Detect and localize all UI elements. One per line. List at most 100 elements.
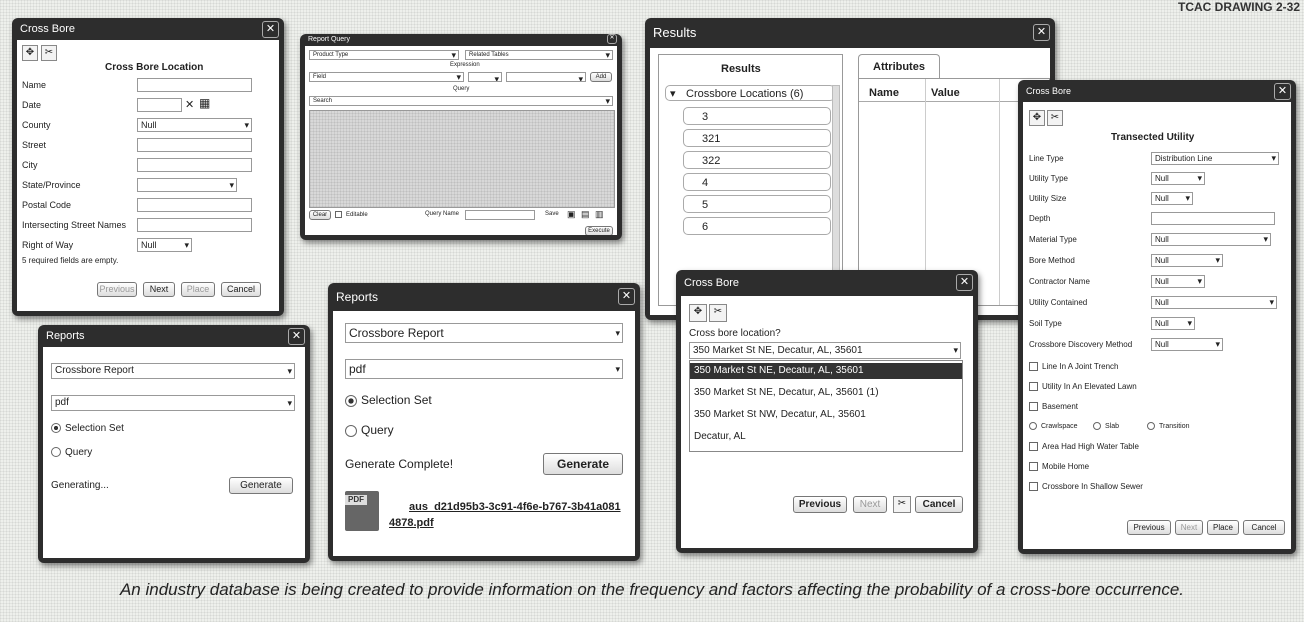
- result-item[interactable]: 322: [683, 151, 831, 169]
- previous-button[interactable]: Previous: [97, 282, 137, 297]
- material-type-select[interactable]: Null: [1151, 233, 1271, 246]
- close-icon[interactable]: ✕: [1274, 83, 1291, 100]
- result-item[interactable]: 6: [683, 217, 831, 235]
- clear-icon[interactable]: ✕: [185, 98, 194, 111]
- transition-radio[interactable]: Transition: [1147, 422, 1189, 430]
- close-icon[interactable]: ✕: [1033, 24, 1050, 41]
- result-item[interactable]: 5: [683, 195, 831, 213]
- shallow-sewer-checkbox[interactable]: Crossbore In Shallow Sewer: [1029, 482, 1143, 492]
- depth-input[interactable]: [1151, 212, 1275, 225]
- report-select[interactable]: Crossbore Report: [345, 323, 623, 343]
- bore-method-select[interactable]: Null: [1151, 254, 1223, 267]
- window-title: Cross Bore: [20, 23, 76, 35]
- format-select[interactable]: pdf: [51, 395, 295, 411]
- close-icon[interactable]: ✕: [618, 288, 635, 305]
- query-name-input[interactable]: [465, 210, 535, 220]
- tools-icon[interactable]: ✂: [709, 304, 727, 322]
- elevated-lawn-checkbox[interactable]: Utility In An Elevated Lawn: [1029, 382, 1137, 392]
- close-icon[interactable]: ✕: [607, 34, 617, 44]
- generate-button[interactable]: Generate: [543, 453, 623, 475]
- dropdown-option[interactable]: 350 Market St NE, Decatur, AL, 35601: [690, 363, 962, 379]
- calendar-icon[interactable]: ▦: [199, 96, 210, 110]
- soil-type-select[interactable]: Null: [1151, 317, 1195, 330]
- basement-checkbox[interactable]: Basement: [1029, 402, 1078, 412]
- editable-checkbox[interactable]: Editable: [335, 211, 368, 218]
- results-group[interactable]: ▾ Crossbore Locations (6): [665, 85, 835, 101]
- utility-size-select[interactable]: Null: [1151, 192, 1193, 205]
- tools-icon[interactable]: ✂: [1047, 110, 1063, 126]
- date-input[interactable]: [137, 98, 182, 112]
- county-select[interactable]: Null: [137, 118, 252, 132]
- move-icon[interactable]: ✥: [689, 304, 707, 322]
- tools-icon[interactable]: ✂: [41, 45, 57, 61]
- field-label: City: [22, 160, 38, 170]
- slab-radio[interactable]: Slab: [1093, 422, 1119, 430]
- street-input[interactable]: [137, 138, 252, 152]
- result-item[interactable]: 4: [683, 173, 831, 191]
- close-icon[interactable]: ✕: [262, 21, 279, 38]
- report-select[interactable]: Crossbore Report: [51, 363, 295, 379]
- result-item[interactable]: 321: [683, 129, 831, 147]
- utility-contained-select[interactable]: Null: [1151, 296, 1277, 309]
- product-type-select[interactable]: Product Type: [309, 50, 459, 60]
- related-tables-select[interactable]: Related Tables: [465, 50, 613, 60]
- cancel-button[interactable]: Cancel: [915, 496, 963, 513]
- tab-attributes[interactable]: Attributes: [858, 54, 940, 79]
- city-input[interactable]: [137, 158, 252, 172]
- next-button[interactable]: Next: [143, 282, 175, 297]
- place-button[interactable]: Place: [181, 282, 215, 297]
- move-icon[interactable]: ✥: [22, 45, 38, 61]
- dropdown-option[interactable]: 350 Market St NW, Decatur, AL, 35601: [690, 407, 962, 423]
- contractor-name-select[interactable]: Null: [1151, 275, 1205, 288]
- high-water-table-checkbox[interactable]: Area Had High Water Table: [1029, 442, 1139, 452]
- mobile-home-checkbox[interactable]: Mobile Home: [1029, 462, 1089, 472]
- format-select[interactable]: pdf: [345, 359, 623, 379]
- operator-select[interactable]: [468, 72, 502, 82]
- value-select[interactable]: [506, 72, 586, 82]
- pdf-file-link[interactable]: aus_d21d95b3-3c91-4f6e-b767-3b41a0814878…: [389, 499, 621, 531]
- status-text: Generate Complete!: [345, 457, 454, 471]
- tools-icon[interactable]: ✂: [893, 496, 911, 513]
- execute-button[interactable]: Execute: [585, 226, 613, 235]
- right-of-way-select[interactable]: Null: [137, 238, 192, 252]
- close-icon[interactable]: ✕: [956, 274, 973, 291]
- query-radio[interactable]: Query: [345, 423, 394, 437]
- search-select[interactable]: Search: [309, 96, 613, 106]
- delete-icon[interactable]: ▥: [595, 209, 604, 220]
- query-textarea[interactable]: [309, 110, 615, 208]
- open-icon[interactable]: ▤: [581, 209, 590, 220]
- postal-code-input[interactable]: [137, 198, 252, 212]
- address-select[interactable]: 350 Market St NE, Decatur, AL, 35601: [689, 342, 961, 359]
- line-type-select[interactable]: Distribution Line: [1151, 152, 1279, 165]
- place-button[interactable]: Place: [1207, 520, 1239, 535]
- field-select[interactable]: Field: [309, 72, 464, 82]
- corner-text: TCAC DRAWING 2-32: [1177, 0, 1300, 14]
- selection-set-radio[interactable]: Selection Set: [345, 393, 432, 407]
- intersecting-streets-input[interactable]: [137, 218, 252, 232]
- name-input[interactable]: [137, 78, 252, 92]
- discovery-method-select[interactable]: Null: [1151, 338, 1223, 351]
- joint-trench-checkbox[interactable]: Line In A Joint Trench: [1029, 362, 1119, 372]
- cancel-button[interactable]: Cancel: [221, 282, 261, 297]
- selection-set-radio[interactable]: Selection Set: [51, 423, 124, 434]
- generate-button[interactable]: Generate: [229, 477, 293, 494]
- state-select[interactable]: [137, 178, 237, 192]
- clear-button[interactable]: Clear: [309, 210, 331, 220]
- next-button[interactable]: Next: [853, 496, 887, 513]
- dropdown-option[interactable]: 350 Market St NE, Decatur, AL, 35601 (1): [690, 385, 962, 401]
- move-icon[interactable]: ✥: [1029, 110, 1045, 126]
- dropdown-option[interactable]: Decatur, AL: [690, 429, 962, 445]
- save-icon[interactable]: ▣: [567, 209, 576, 220]
- previous-button[interactable]: Previous: [1127, 520, 1171, 535]
- crawlspace-radio[interactable]: Crawlspace: [1029, 422, 1078, 430]
- next-button[interactable]: Next: [1175, 520, 1203, 535]
- results-scrollbar[interactable]: [832, 85, 840, 297]
- reports-small-window: Reports ✕ Crossbore Report pdf Selection …: [38, 325, 310, 563]
- close-icon[interactable]: ✕: [288, 328, 305, 345]
- query-radio[interactable]: Query: [51, 447, 92, 458]
- result-item[interactable]: 3: [683, 107, 831, 125]
- cancel-button[interactable]: Cancel: [1243, 520, 1285, 535]
- previous-button[interactable]: Previous: [793, 496, 847, 513]
- utility-type-select[interactable]: Null: [1151, 172, 1205, 185]
- add-button[interactable]: Add: [590, 72, 612, 82]
